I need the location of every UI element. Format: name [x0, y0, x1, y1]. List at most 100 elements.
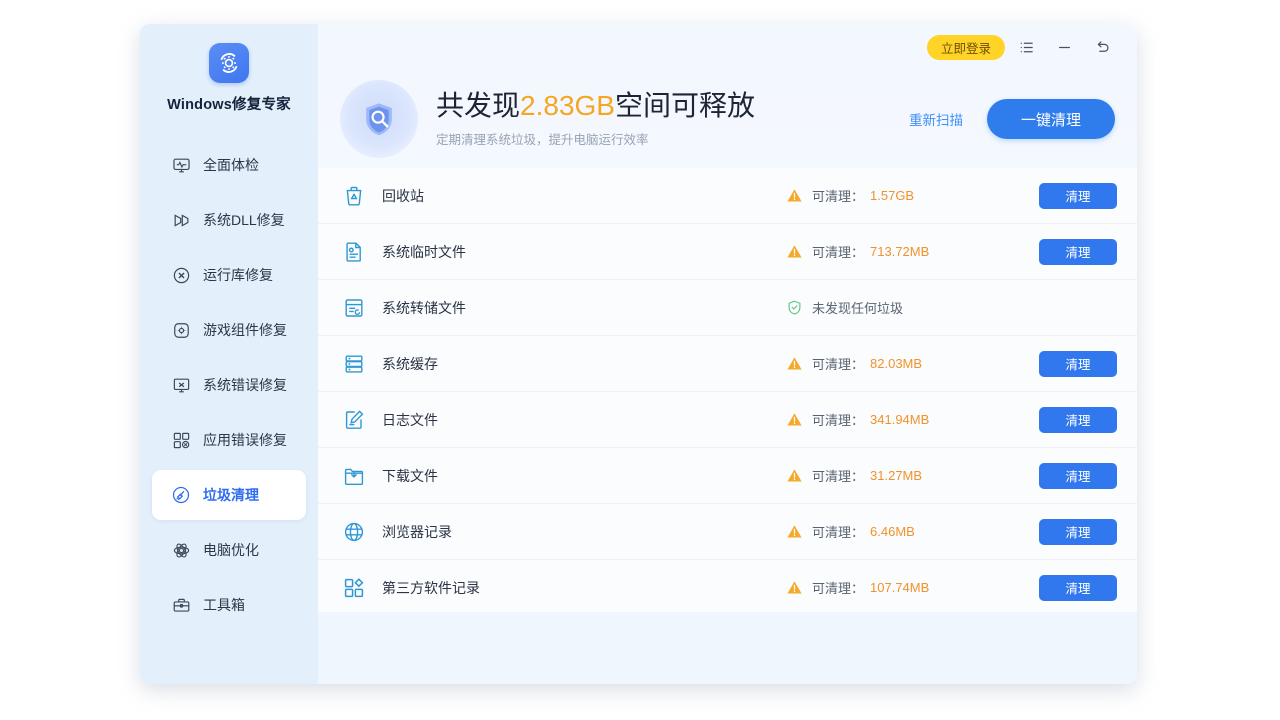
- sidebar: Windows修复专家 全面体检: [140, 24, 318, 684]
- row-status-value: 107.74MB: [870, 580, 929, 595]
- row-status-value: 6.46MB: [870, 524, 915, 539]
- apps-error-icon: [170, 429, 192, 451]
- row-label: 系统临时文件: [382, 242, 785, 262]
- row-status-label: 可清理：: [812, 466, 864, 485]
- warning-icon: [785, 523, 803, 541]
- warning-icon: [785, 579, 803, 597]
- junk-list: 回收站 可清理： 1.57GB 清理: [318, 168, 1137, 612]
- row-status-value: 82.03MB: [870, 356, 922, 371]
- sidebar-item-toolbox[interactable]: 工具箱: [152, 580, 306, 630]
- table-row[interactable]: 系统临时文件 可清理： 713.72MB 清理: [318, 224, 1137, 280]
- row-label: 下载文件: [382, 466, 785, 486]
- row-status: 可清理： 341.94MB: [785, 410, 1035, 429]
- sidebar-item-label: 工具箱: [203, 595, 245, 615]
- hero-title-prefix: 共发现: [436, 90, 520, 121]
- row-status-value: 713.72MB: [870, 244, 929, 259]
- footer-area: [318, 612, 1137, 684]
- row-label: 第三方软件记录: [382, 578, 785, 598]
- row-status-label: 可清理：: [812, 242, 864, 261]
- row-status: 可清理： 107.74MB: [785, 578, 1035, 597]
- monitor-x-icon: [170, 374, 192, 396]
- row-action: 清理: [1035, 519, 1117, 545]
- main-content: 立即登录: [318, 24, 1137, 684]
- sidebar-item-label: 应用错误修复: [203, 430, 287, 450]
- dll-shape-icon: [170, 209, 192, 231]
- sidebar-item-runtime-repair[interactable]: 运行库修复: [152, 250, 306, 300]
- row-label: 系统缓存: [382, 354, 785, 374]
- globe-icon: [340, 518, 368, 546]
- table-row[interactable]: 系统转储文件 未发现任何垃圾: [318, 280, 1137, 336]
- toolbox-icon: [170, 594, 192, 616]
- sidebar-item-label: 垃圾清理: [203, 485, 259, 505]
- row-label: 系统转储文件: [382, 298, 785, 318]
- row-label: 浏览器记录: [382, 522, 785, 542]
- sidebar-item-pc-optimize[interactable]: 电脑优化: [152, 525, 306, 575]
- row-status: 可清理： 1.57GB: [785, 186, 1035, 205]
- row-action: 清理: [1035, 239, 1117, 265]
- sidebar-item-dll-repair[interactable]: 系统DLL修复: [152, 195, 306, 245]
- row-status-label: 可清理：: [812, 522, 864, 541]
- sidebar-item-app-error-repair[interactable]: 应用错误修复: [152, 415, 306, 465]
- row-status: 可清理： 713.72MB: [785, 242, 1035, 261]
- clean-button[interactable]: 清理: [1039, 575, 1117, 601]
- sidebar-item-game-repair[interactable]: 游戏组件修复: [152, 305, 306, 355]
- warning-icon: [785, 355, 803, 373]
- brand: Windows修复专家: [140, 24, 318, 114]
- table-row[interactable]: 系统缓存 可清理： 82.03MB 清理: [318, 336, 1137, 392]
- clean-all-button[interactable]: 一键清理: [987, 99, 1115, 139]
- row-status: 可清理： 31.27MB: [785, 466, 1035, 485]
- warning-icon: [785, 243, 803, 261]
- apps-diamond-icon: [340, 574, 368, 602]
- row-status-value: 341.94MB: [870, 412, 929, 427]
- table-row[interactable]: 回收站 可清理： 1.57GB 清理: [318, 168, 1137, 224]
- sidebar-item-label: 全面体检: [203, 155, 259, 175]
- row-label: 回收站: [382, 186, 785, 206]
- row-action: 清理: [1035, 463, 1117, 489]
- table-row[interactable]: 下载文件 可清理： 31.27MB 清理: [318, 448, 1137, 504]
- hero-banner: 共发现2.83GB空间可释放 定期清理系统垃圾，提升电脑运行效率 重新扫描 一键…: [318, 70, 1137, 168]
- clean-button[interactable]: 清理: [1039, 239, 1117, 265]
- sidebar-nav: 全面体检 系统DLL修复 运行库修复: [140, 140, 318, 630]
- broom-circle-icon: [170, 484, 192, 506]
- table-row[interactable]: 第三方软件记录 可清理： 107.74MB 清理: [318, 560, 1137, 612]
- sidebar-item-junk-clean[interactable]: 垃圾清理: [152, 470, 306, 520]
- temp-file-icon: [340, 238, 368, 266]
- sidebar-item-label: 运行库修复: [203, 265, 273, 285]
- row-action: 清理: [1035, 351, 1117, 377]
- undo-arrow-icon[interactable]: [1085, 32, 1119, 62]
- sidebar-item-quanmian-tijian[interactable]: 全面体检: [152, 140, 306, 190]
- server-cache-icon: [340, 350, 368, 378]
- row-status: 可清理： 6.46MB: [785, 522, 1035, 541]
- clean-button[interactable]: 清理: [1039, 407, 1117, 433]
- rescan-link[interactable]: 重新扫描: [909, 109, 963, 129]
- login-button[interactable]: 立即登录: [927, 35, 1005, 60]
- hero-text: 共发现2.83GB空间可释放 定期清理系统垃圾，提升电脑运行效率: [436, 90, 909, 148]
- row-status-label: 可清理：: [812, 410, 864, 429]
- row-status: 未发现任何垃圾: [785, 298, 1035, 317]
- hero-subtitle: 定期清理系统垃圾，提升电脑运行效率: [436, 129, 909, 148]
- sidebar-item-label: 系统错误修复: [203, 375, 287, 395]
- table-row[interactable]: 浏览器记录 可清理： 6.46MB 清理: [318, 504, 1137, 560]
- row-status-label: 可清理：: [812, 354, 864, 373]
- minimize-icon[interactable]: [1047, 32, 1081, 62]
- log-pencil-icon: [340, 406, 368, 434]
- clean-button[interactable]: 清理: [1039, 351, 1117, 377]
- clean-button[interactable]: 清理: [1039, 183, 1117, 209]
- row-action: 清理: [1035, 575, 1117, 601]
- hero-amount: 2.83GB: [520, 90, 615, 121]
- row-status-value: 1.57GB: [870, 188, 914, 203]
- clean-button[interactable]: 清理: [1039, 519, 1117, 545]
- download-folder-icon: [340, 462, 368, 490]
- shield-check-icon: [785, 299, 803, 317]
- clean-button[interactable]: 清理: [1039, 463, 1117, 489]
- row-status-label: 可清理：: [812, 186, 864, 205]
- row-status-value: 31.27MB: [870, 468, 922, 483]
- sidebar-item-label: 系统DLL修复: [203, 210, 285, 230]
- sidebar-item-system-error-repair[interactable]: 系统错误修复: [152, 360, 306, 410]
- hero-title: 共发现2.83GB空间可释放: [436, 90, 909, 122]
- table-row[interactable]: 日志文件 可清理： 341.94MB 清理: [318, 392, 1137, 448]
- app-name: Windows修复专家: [140, 93, 318, 114]
- list-menu-icon[interactable]: [1009, 32, 1043, 62]
- row-status-clean-text: 未发现任何垃圾: [812, 298, 903, 317]
- circle-x-icon: [170, 264, 192, 286]
